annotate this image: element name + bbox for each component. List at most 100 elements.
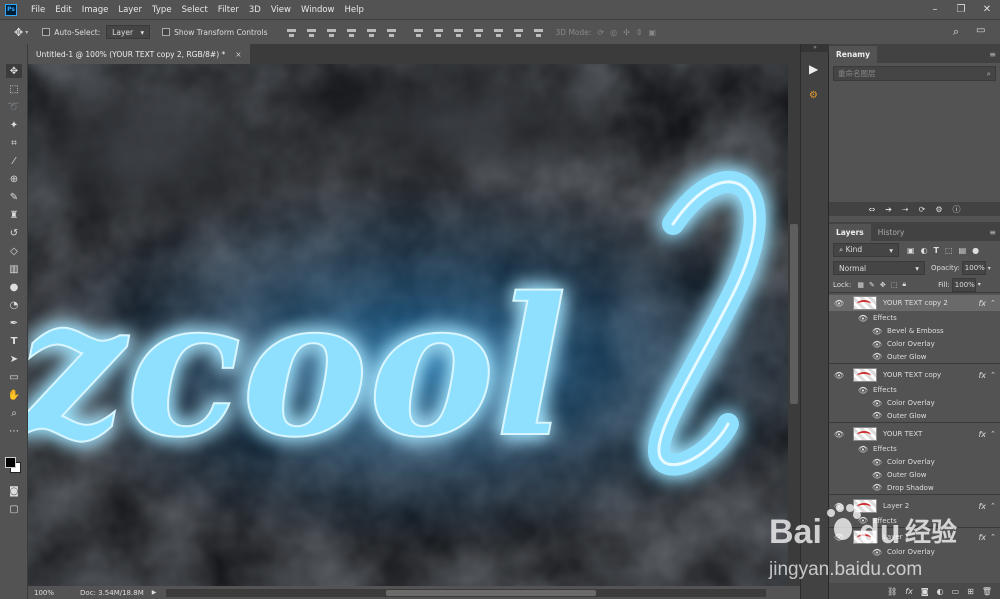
document-canvas[interactable]: zcool — [28, 64, 788, 586]
visibility-eye-icon[interactable]: 👁︎ — [871, 338, 883, 350]
panel-menu-icon[interactable]: ≡ — [989, 50, 996, 59]
layer-kind-dropdown[interactable]: ⌕ Kind ▾ — [833, 243, 899, 257]
layer-row[interactable]: 👁︎ Layer 2 fx ⌃ — [829, 498, 1000, 514]
align-bottom-icon[interactable] — [326, 27, 337, 38]
effects-header[interactable]: 👁︎ Effects — [829, 514, 1000, 528]
fill-input[interactable]: 100% — [951, 277, 976, 292]
more-tools-icon[interactable]: ⋯ — [6, 424, 22, 438]
collapse-effects-icon[interactable]: ⌃ — [990, 502, 996, 510]
show-transform-checkbox[interactable] — [162, 28, 171, 36]
menu-filter[interactable]: Filter — [218, 5, 239, 15]
add-mask-icon[interactable]: ◙ — [921, 587, 929, 596]
effect-item[interactable]: 👁︎ Outer Glow — [829, 468, 1000, 482]
fx-icon[interactable]: fx — [978, 430, 986, 439]
visibility-eye-icon[interactable]: 👁︎ — [857, 312, 869, 324]
menu-image[interactable]: Image — [82, 5, 109, 15]
align-top-icon[interactable] — [286, 27, 297, 38]
zoom-tool-icon[interactable]: ⌕ — [6, 406, 22, 420]
distribute-bottom-icon[interactable] — [453, 27, 464, 38]
settings-icon[interactable]: ⚙ — [935, 205, 942, 214]
visibility-eye-icon[interactable]: 👁︎ — [871, 469, 883, 481]
distribute-top-icon[interactable] — [413, 27, 424, 38]
effect-item[interactable]: 👁︎ Color Overlay — [829, 337, 1000, 351]
3d-scale-icon[interactable]: ▣ — [649, 28, 657, 37]
distribute-right-icon[interactable] — [513, 27, 524, 38]
collapse-effects-icon[interactable]: ⌃ — [990, 533, 996, 541]
layer-row[interactable]: 👁︎ Layer 1 fx ⌃ — [829, 529, 1000, 545]
marquee-tool-icon[interactable]: ⬚ — [6, 82, 22, 96]
align-horizontal-center-icon[interactable] — [366, 27, 377, 38]
filter-toggle-icon[interactable]: ● — [972, 246, 979, 255]
gradient-tool-icon[interactable]: ▥ — [6, 262, 22, 276]
effect-item[interactable]: 👁︎ Bevel & Emboss — [829, 324, 1000, 338]
effect-item[interactable]: 👁︎ Outer Glow — [829, 350, 1000, 364]
3d-pan-icon[interactable]: ✣ — [623, 28, 630, 37]
menu-3d[interactable]: 3D — [249, 5, 261, 15]
effect-item[interactable]: 👁︎ Color Overlay — [829, 455, 1000, 469]
chevron-down-icon[interactable]: ▾ — [988, 265, 991, 272]
search-icon[interactable]: ⌕ — [953, 25, 959, 39]
chevron-down-icon[interactable]: ▾ — [25, 29, 28, 36]
horizontal-scrollbar[interactable] — [166, 588, 767, 597]
effects-header[interactable]: 👁︎ Effects — [829, 311, 1000, 325]
align-left-icon[interactable] — [346, 27, 357, 38]
scroll-thumb[interactable] — [790, 224, 798, 404]
filter-shape-icon[interactable]: ⬚ — [945, 246, 953, 255]
crop-tool-icon[interactable]: ⌗ — [6, 136, 22, 150]
lock-artboard-icon[interactable]: ⬚ — [891, 281, 898, 289]
rename-mode-icon[interactable]: ⇔ — [869, 205, 876, 214]
link-layers-icon[interactable]: ⛓ — [887, 587, 897, 596]
eyedropper-icon[interactable]: ⁄ — [6, 154, 22, 168]
filter-type-icon[interactable]: T — [934, 246, 939, 255]
3d-rotate-icon[interactable]: ⟳ — [597, 28, 604, 37]
visibility-eye-icon[interactable]: 👁︎ — [833, 500, 845, 512]
lock-transparency-icon[interactable]: ▦ — [857, 281, 864, 289]
visibility-eye-icon[interactable]: 👁︎ — [871, 397, 883, 409]
document-tab[interactable]: Untitled-1 @ 100% (YOUR TEXT copy 2, RGB… — [28, 44, 250, 64]
move-tool-icon[interactable]: ✥ — [6, 64, 22, 78]
menu-select[interactable]: Select — [182, 5, 208, 15]
screen-mode-icon[interactable]: ▢ — [6, 502, 22, 516]
distribute-hcenter-icon[interactable] — [493, 27, 504, 38]
adjustment-layer-icon[interactable]: ◐ — [937, 587, 944, 596]
new-group-icon[interactable]: ▭ — [952, 587, 960, 596]
visibility-eye-icon[interactable]: 👁︎ — [871, 456, 883, 468]
3d-slide-icon[interactable]: ⇕ — [636, 28, 643, 37]
menu-view[interactable]: View — [271, 5, 291, 15]
visibility-eye-icon[interactable]: 👁︎ — [871, 410, 883, 422]
collapse-effects-icon[interactable]: ⌃ — [990, 299, 996, 307]
clone-stamp-icon[interactable]: ♜ — [6, 208, 22, 222]
visibility-eye-icon[interactable]: 👁︎ — [857, 384, 869, 396]
collapse-effects-icon[interactable]: ⌃ — [990, 371, 996, 379]
auto-select-dropdown[interactable]: Layer ▾ — [106, 25, 151, 39]
arrow-right-alt-icon[interactable]: ⇢ — [902, 205, 909, 214]
visibility-eye-icon[interactable]: 👁︎ — [833, 531, 845, 543]
lasso-tool-icon[interactable]: ➰ — [6, 100, 22, 114]
layer-row[interactable]: 👁︎ YOUR TEXT copy 2 fx ⌃ — [829, 295, 1000, 311]
menu-help[interactable]: Help — [345, 5, 364, 15]
visibility-eye-icon[interactable]: 👁︎ — [833, 428, 845, 440]
filter-pixel-icon[interactable]: ▣ — [907, 246, 915, 255]
filter-smart-object-icon[interactable]: ▤ — [959, 246, 967, 255]
3d-roll-icon[interactable]: ◎ — [610, 28, 617, 37]
visibility-eye-icon[interactable]: 👁︎ — [833, 369, 845, 381]
fx-icon[interactable]: fx — [978, 533, 986, 542]
history-brush-icon[interactable]: ↺ — [6, 226, 22, 240]
panel-menu-icon[interactable]: ≡ — [989, 228, 996, 237]
minimize-icon[interactable]: – — [922, 0, 948, 19]
auto-select-checkbox[interactable] — [42, 28, 51, 36]
menu-edit[interactable]: Edit — [55, 5, 71, 15]
lock-pixels-icon[interactable]: ✎ — [869, 281, 875, 289]
zoom-level[interactable]: 100% — [34, 589, 54, 597]
move-tool-icon[interactable]: ✥ — [14, 26, 23, 39]
effect-item[interactable]: 👁︎ Color Overlay — [829, 545, 1000, 559]
effect-item[interactable]: 👁︎ Outer Glow — [829, 409, 1000, 423]
visibility-eye-icon[interactable]: 👁︎ — [871, 351, 883, 363]
collapse-effects-icon[interactable]: ⌃ — [990, 430, 996, 438]
visibility-eye-icon[interactable]: 👁︎ — [871, 546, 883, 558]
pen-tool-icon[interactable]: ✒ — [6, 316, 22, 330]
align-right-icon[interactable] — [386, 27, 397, 38]
search-icon[interactable]: ⌕ — [987, 69, 991, 79]
visibility-eye-icon[interactable]: 👁︎ — [857, 443, 869, 455]
fx-icon[interactable]: fx — [978, 371, 986, 380]
